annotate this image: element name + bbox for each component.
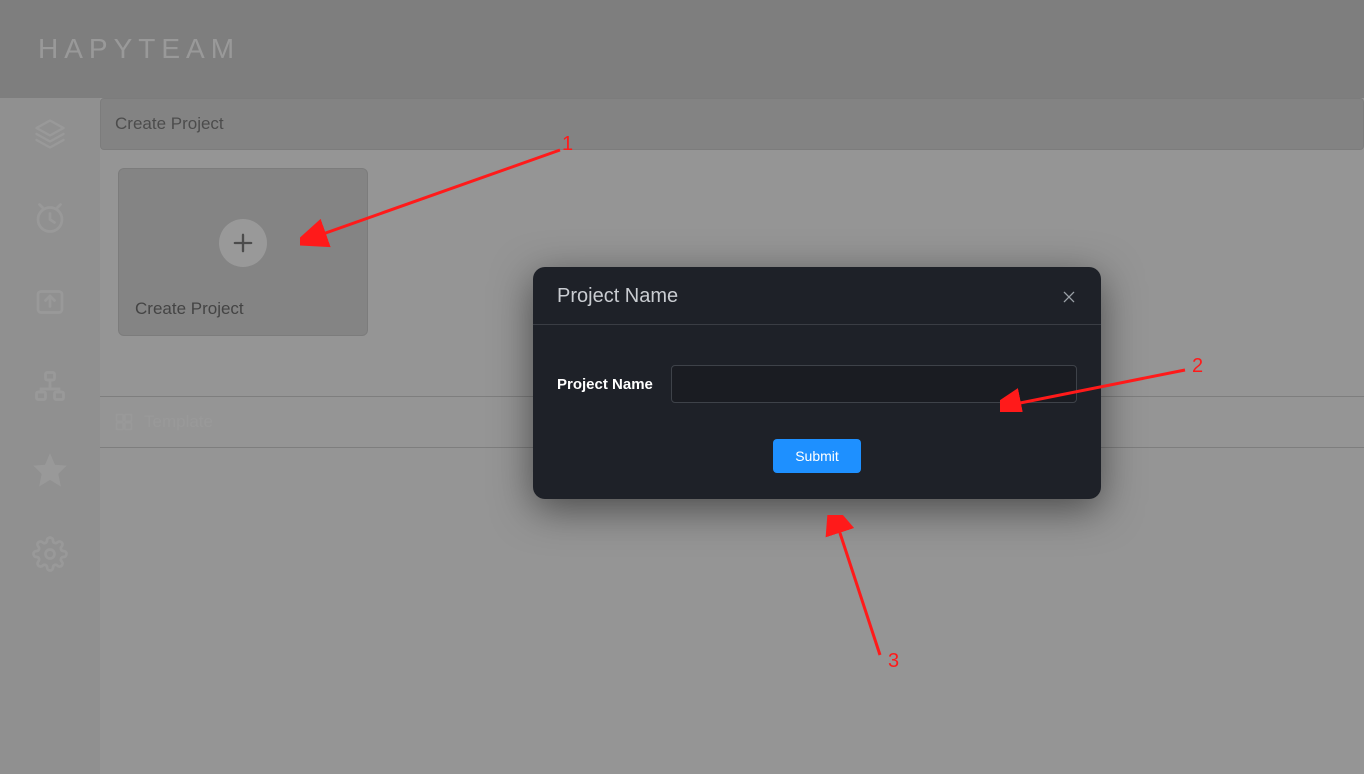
create-card-label: Create Project	[135, 299, 244, 319]
submit-button[interactable]: Submit	[773, 439, 861, 473]
app-header: HAPYTEAM	[0, 0, 1364, 98]
project-name-input[interactable]	[671, 365, 1077, 403]
create-project-card[interactable]: Create Project	[118, 168, 368, 336]
layers-icon	[32, 116, 68, 157]
sidebar-item-org[interactable]	[30, 368, 70, 408]
sidebar-item-share[interactable]	[30, 284, 70, 324]
modal-header: Project Name	[533, 267, 1101, 325]
sidebar-item-star[interactable]	[30, 452, 70, 492]
plus-icon	[219, 219, 267, 267]
sidebar-item-settings[interactable]	[30, 536, 70, 576]
annotation-label-2: 2	[1192, 355, 1203, 378]
sidebar	[0, 98, 100, 774]
close-icon[interactable]	[1061, 289, 1077, 305]
gear-icon	[32, 536, 68, 577]
annotation-label-3: 3	[888, 650, 899, 673]
modal-body: Project Name	[533, 325, 1101, 427]
modal-title: Project Name	[557, 285, 678, 308]
share-icon	[32, 284, 68, 325]
org-icon	[32, 368, 68, 409]
sidebar-item-layers[interactable]	[30, 116, 70, 156]
annotation-label-1: 1	[562, 133, 573, 156]
brand-title: HAPYTEAM	[38, 33, 240, 65]
clock-icon	[32, 200, 68, 241]
sidebar-item-clock[interactable]	[30, 200, 70, 240]
section-header-create-project: Create Project	[100, 98, 1364, 150]
project-name-modal: Project Name Project Name Submit	[533, 267, 1101, 499]
template-icon	[114, 412, 134, 432]
section-header-text: Create Project	[115, 114, 224, 134]
star-icon	[32, 452, 68, 493]
template-label: Template	[144, 412, 213, 432]
project-name-label: Project Name	[557, 376, 653, 393]
modal-footer: Submit	[533, 427, 1101, 499]
